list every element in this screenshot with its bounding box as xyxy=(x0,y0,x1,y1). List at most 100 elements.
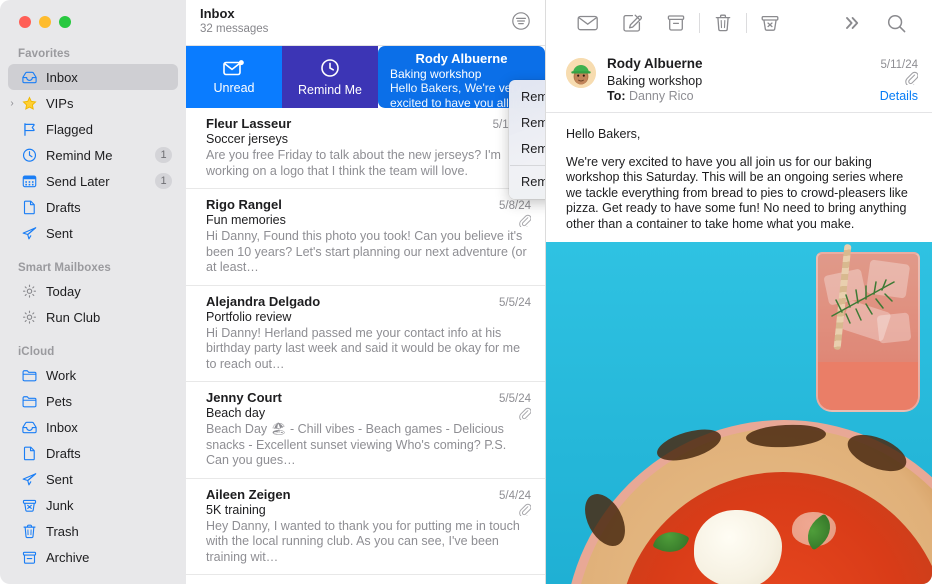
message-date: 5/5/24 xyxy=(499,393,531,405)
body-paragraph: Hello Bakers, xyxy=(566,127,641,141)
message-date: 5/11/24 xyxy=(880,59,918,71)
message-preview: Hey Danny, I wanted to thank you for put… xyxy=(206,518,520,564)
message-subject: 5K training xyxy=(206,502,266,517)
context-menu-item[interactable]: Remind Me Tomorrow xyxy=(509,136,545,162)
zoom-button[interactable] xyxy=(59,16,71,28)
sidebar-item-junk[interactable]: Junk xyxy=(8,492,178,518)
context-menu-item[interactable]: Remind Me in 1 Hour xyxy=(509,84,545,110)
sidebar-item-remind-me[interactable]: Remind Me 1 xyxy=(8,142,178,168)
message-list-pane: Inbox 32 messages Unread Remind Me Rody … xyxy=(186,0,546,584)
message-date: 5/5/24 xyxy=(499,296,531,309)
search-button[interactable] xyxy=(874,8,918,38)
attachment-icon xyxy=(519,214,531,227)
message-list-header: Inbox 32 messages xyxy=(186,0,545,46)
remind-me-context-menu[interactable]: Remind Me in 1 HourRemind Me TonightRemi… xyxy=(509,80,545,199)
sidebar-item-label: Remind Me xyxy=(46,147,113,163)
message-sender: Aileen Zeigen xyxy=(206,486,291,502)
selected-message-subject: Baking workshop xyxy=(390,67,482,81)
junk-icon xyxy=(20,497,38,513)
attachment-indicator xyxy=(518,503,531,516)
sidebar-item-inbox[interactable]: Inbox xyxy=(8,64,178,90)
chevron-right-icon[interactable]: › xyxy=(6,98,18,109)
archive-button[interactable] xyxy=(654,8,698,38)
reader-toolbar xyxy=(546,0,932,46)
sidebar-item-run-club[interactable]: Run Club xyxy=(8,304,178,330)
toolbar-divider xyxy=(699,13,700,33)
mailbox-title: Inbox xyxy=(200,6,235,21)
sidebar-item-label: Pets xyxy=(46,393,73,409)
details-link[interactable]: Details xyxy=(880,89,918,103)
context-menu-item[interactable]: Remind Me Later… xyxy=(509,169,545,195)
message-subject: Portfolio review xyxy=(206,309,292,324)
message-sender: Fleur Lasseur xyxy=(206,116,292,131)
sidebar-item-drafts[interactable]: Drafts xyxy=(8,194,178,220)
minimize-button[interactable] xyxy=(39,16,51,28)
sidebar-item-vips[interactable]: › VIPs xyxy=(8,90,178,116)
margherita-pizza-photo xyxy=(546,242,932,584)
compose-icon xyxy=(623,14,642,32)
message-row[interactable]: Fleur Lasseur5/10/24Soccer jerseysAre yo… xyxy=(186,108,545,189)
attachment-indicator xyxy=(518,407,531,420)
sidebar-item-send-later[interactable]: Send Later 1 xyxy=(8,168,178,194)
message-sender: Jenny Court xyxy=(206,390,282,405)
message-row[interactable]: Rigo Rangel 5/8/24 Fun memories Hi Danny, F… xyxy=(186,189,545,286)
mail-window: Favorites Inbox › VIPs Flagged Remind Me 1 Send… xyxy=(0,0,932,584)
swipe-action-remind-me[interactable]: Remind Me xyxy=(282,46,378,108)
sidebar-item-drafts[interactable]: Drafts xyxy=(8,440,178,466)
swiped-message-row[interactable]: Unread Remind Me Rody Albuerne Baking wo… xyxy=(186,46,545,108)
archive-icon xyxy=(20,549,38,565)
paper-plane-icon xyxy=(20,471,38,487)
compose-button[interactable] xyxy=(610,8,654,38)
close-button[interactable] xyxy=(19,16,31,28)
sidebar-item-trash[interactable]: Trash xyxy=(8,518,178,544)
sidebar-item-label: Archive xyxy=(46,549,90,565)
envelope-icon xyxy=(577,15,598,31)
junk-button[interactable] xyxy=(748,8,792,38)
sidebar-item-label: Sent xyxy=(46,471,73,487)
message-subject: Fun memories xyxy=(206,213,286,227)
message-preview: Beach Day 🏖 - Chill vibes - Beach games … xyxy=(206,422,507,467)
memoji-avatar xyxy=(566,58,596,88)
sidebar-item-label: Inbox xyxy=(46,69,78,85)
trash-icon xyxy=(715,14,731,32)
avatar xyxy=(566,58,596,88)
filter-icon[interactable] xyxy=(511,11,531,31)
paper-plane-icon xyxy=(20,225,38,241)
message-row[interactable]: Jenny Court 5/5/24 Beach day Beach Day 🏖 - … xyxy=(186,382,545,479)
sidebar-item-inbox[interactable]: Inbox xyxy=(8,414,178,440)
more-button[interactable] xyxy=(830,8,874,38)
message-row[interactable]: Alejandra Delgado 5/5/24 Portfolio review H… xyxy=(186,286,545,382)
mark-unread-button[interactable] xyxy=(566,8,610,38)
gear-icon xyxy=(20,309,38,325)
attachment-icon xyxy=(904,71,918,85)
context-menu-item[interactable]: Remind Me Tonight xyxy=(509,110,545,136)
sidebar-item-work[interactable]: Work xyxy=(8,362,178,388)
sidebar: Favorites Inbox › VIPs Flagged Remind Me 1 Send… xyxy=(0,0,186,584)
sidebar-item-label: Junk xyxy=(46,497,74,513)
sidebar-item-sent[interactable]: Sent xyxy=(8,466,178,492)
message-subject: Soccer jerseys xyxy=(206,132,288,146)
sidebar-item-archive[interactable]: Archive xyxy=(8,544,178,570)
swipe-action-unread-label: Unread xyxy=(213,80,255,95)
attachment-indicator xyxy=(518,214,531,227)
window-controls xyxy=(0,0,186,42)
delete-button[interactable] xyxy=(701,8,745,38)
sidebar-item-today[interactable]: Today xyxy=(8,278,178,304)
message-preview: Hi Danny, Found this photo you took! Can… xyxy=(206,229,527,274)
sidebar-item-label: Drafts xyxy=(46,445,81,461)
unread-badge: 1 xyxy=(155,147,172,163)
swipe-action-unread[interactable]: Unread xyxy=(186,46,282,108)
sidebar-item-flagged[interactable]: Flagged xyxy=(8,116,178,142)
inbox-icon xyxy=(20,419,38,435)
junk-icon xyxy=(761,15,779,31)
context-menu-separator xyxy=(510,165,545,166)
sidebar-item-label: Flagged xyxy=(46,121,93,137)
message-date: 5/8/24 xyxy=(499,200,531,212)
message-row[interactable]: Aileen Zeigen 5/4/24 5K training Hey Danny,… xyxy=(186,479,545,575)
message-row[interactable]: Trev Smith5/3/24Illustration referenceHi… xyxy=(186,575,545,584)
sidebar-item-pets[interactable]: Pets xyxy=(8,388,178,414)
search-icon xyxy=(887,14,905,32)
archive-icon xyxy=(667,15,685,31)
sidebar-item-sent[interactable]: Sent xyxy=(8,220,178,246)
sidebar-section-title: Favorites xyxy=(18,48,71,60)
